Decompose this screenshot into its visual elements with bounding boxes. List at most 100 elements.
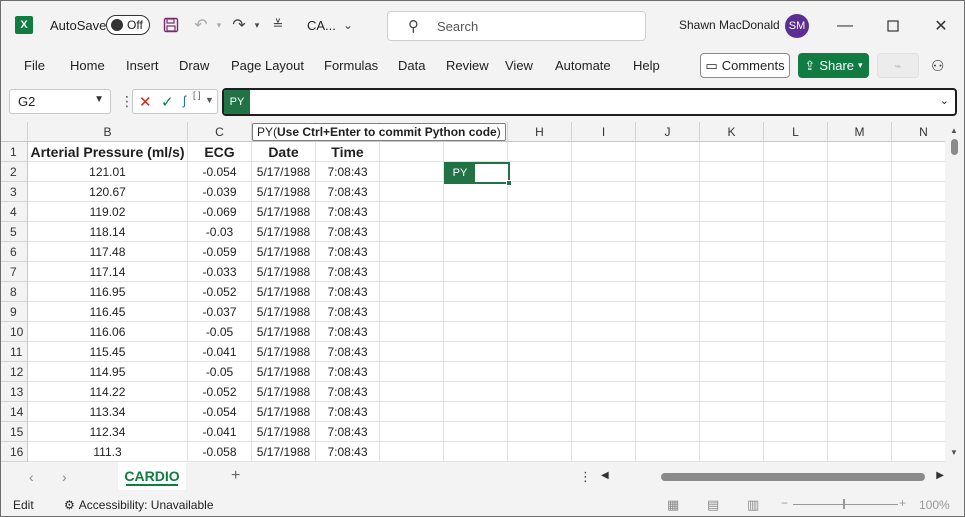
cell-h10[interactable] — [508, 322, 572, 342]
cell-k3[interactable] — [700, 182, 764, 202]
cell-c1[interactable]: ECG — [188, 142, 252, 162]
cell-h15[interactable] — [508, 422, 572, 442]
row-header-15[interactable]: 15 — [1, 422, 28, 442]
cell-k9[interactable] — [700, 302, 764, 322]
cell-e12[interactable]: 7:08:43 — [316, 362, 380, 382]
cell-k10[interactable] — [700, 322, 764, 342]
cell-m14[interactable] — [828, 402, 892, 422]
cell-l10[interactable] — [764, 322, 828, 342]
cell-b2[interactable]: 121.01 — [28, 162, 188, 182]
cell-d4[interactable]: 5/17/1988 — [252, 202, 316, 222]
cell-g7[interactable] — [444, 262, 508, 282]
cell-m2[interactable] — [828, 162, 892, 182]
cell-m1[interactable] — [828, 142, 892, 162]
avatar[interactable]: SM — [785, 14, 809, 38]
add-sheet-button[interactable]: + — [231, 467, 240, 485]
cell-l7[interactable] — [764, 262, 828, 282]
cell-g8[interactable] — [444, 282, 508, 302]
cell-k11[interactable] — [700, 342, 764, 362]
cell-b12[interactable]: 114.95 — [28, 362, 188, 382]
cell-i12[interactable] — [572, 362, 636, 382]
horizontal-scrollbar[interactable]: ◀ ▶ — [601, 469, 944, 485]
cell-j3[interactable] — [636, 182, 700, 202]
cell-i5[interactable] — [572, 222, 636, 242]
row-header-10[interactable]: 10 — [1, 322, 28, 342]
cell-d15[interactable]: 5/17/1988 — [252, 422, 316, 442]
cell-d10[interactable]: 5/17/1988 — [252, 322, 316, 342]
cell-g9[interactable] — [444, 302, 508, 322]
horizontal-scroll-thumb[interactable] — [661, 473, 925, 481]
cell-h7[interactable] — [508, 262, 572, 282]
cell-h9[interactable] — [508, 302, 572, 322]
cell-b8[interactable]: 116.95 — [28, 282, 188, 302]
cell-c8[interactable]: -0.052 — [188, 282, 252, 302]
cell-n3[interactable] — [892, 182, 945, 202]
cell-j2[interactable] — [636, 162, 700, 182]
cell-f1[interactable] — [380, 142, 444, 162]
cell-k2[interactable] — [700, 162, 764, 182]
cell-k4[interactable] — [700, 202, 764, 222]
search-box[interactable]: ⚲ Search — [387, 11, 646, 41]
cell-f6[interactable] — [380, 242, 444, 262]
cell-m9[interactable] — [828, 302, 892, 322]
zoom-in-icon[interactable]: + — [899, 496, 906, 510]
cell-h4[interactable] — [508, 202, 572, 222]
expand-formula-icon[interactable]: ⌄ — [940, 94, 949, 107]
cell-l15[interactable] — [764, 422, 828, 442]
cell-g12[interactable] — [444, 362, 508, 382]
cell-d8[interactable]: 5/17/1988 — [252, 282, 316, 302]
column-header-n[interactable]: N — [892, 122, 945, 142]
python-insert-icon[interactable]: ʃ — [183, 93, 186, 108]
cell-c5[interactable]: -0.03 — [188, 222, 252, 242]
cell-e7[interactable]: 7:08:43 — [316, 262, 380, 282]
cell-m16[interactable] — [828, 442, 892, 462]
cell-j14[interactable] — [636, 402, 700, 422]
cell-n16[interactable] — [892, 442, 945, 462]
cell-d3[interactable]: 5/17/1988 — [252, 182, 316, 202]
tab-review[interactable]: Review — [446, 58, 489, 73]
cell-c16[interactable]: -0.058 — [188, 442, 252, 462]
cell-i2[interactable] — [572, 162, 636, 182]
zoom-slider[interactable] — [793, 504, 898, 505]
document-title[interactable]: CA... — [307, 18, 336, 33]
cell-j11[interactable] — [636, 342, 700, 362]
column-header-b[interactable]: B — [28, 122, 188, 142]
cell-f14[interactable] — [380, 402, 444, 422]
redo-dropdown-icon[interactable]: ▾ — [247, 15, 267, 35]
minimize-icon[interactable]: — — [833, 14, 857, 38]
cell-b16[interactable]: 111.3 — [28, 442, 188, 462]
cell-n2[interactable] — [892, 162, 945, 182]
cell-n14[interactable] — [892, 402, 945, 422]
cell-c7[interactable]: -0.033 — [188, 262, 252, 282]
cell-m10[interactable] — [828, 322, 892, 342]
cell-c11[interactable]: -0.041 — [188, 342, 252, 362]
accessibility-status[interactable]: ⚙ Accessibility: Unavailable — [64, 498, 214, 512]
chevron-down-icon[interactable]: ▼ — [205, 95, 214, 105]
enter-icon[interactable]: ✓ — [161, 93, 174, 111]
cell-g1[interactable] — [444, 142, 508, 162]
cell-k8[interactable] — [700, 282, 764, 302]
scroll-right-icon[interactable]: ▶ — [936, 470, 944, 481]
cell-i10[interactable] — [572, 322, 636, 342]
cell-c10[interactable]: -0.05 — [188, 322, 252, 342]
cell-i14[interactable] — [572, 402, 636, 422]
cell-e6[interactable]: 7:08:43 — [316, 242, 380, 262]
cell-l4[interactable] — [764, 202, 828, 222]
previous-sheet-icon[interactable]: ‹ — [29, 469, 34, 485]
cell-d2[interactable]: 5/17/1988 — [252, 162, 316, 182]
cell-l9[interactable] — [764, 302, 828, 322]
tab-formulas[interactable]: Formulas — [324, 58, 378, 73]
undo-icon[interactable]: ↶ — [191, 15, 211, 35]
cell-i9[interactable] — [572, 302, 636, 322]
cell-n8[interactable] — [892, 282, 945, 302]
cell-b13[interactable]: 114.22 — [28, 382, 188, 402]
cell-l3[interactable] — [764, 182, 828, 202]
cell-m4[interactable] — [828, 202, 892, 222]
scroll-up-icon[interactable]: ▲ — [950, 126, 958, 135]
cell-e9[interactable]: 7:08:43 — [316, 302, 380, 322]
cell-i4[interactable] — [572, 202, 636, 222]
cell-n1[interactable] — [892, 142, 945, 162]
cell-l8[interactable] — [764, 282, 828, 302]
cell-l12[interactable] — [764, 362, 828, 382]
cell-g15[interactable] — [444, 422, 508, 442]
